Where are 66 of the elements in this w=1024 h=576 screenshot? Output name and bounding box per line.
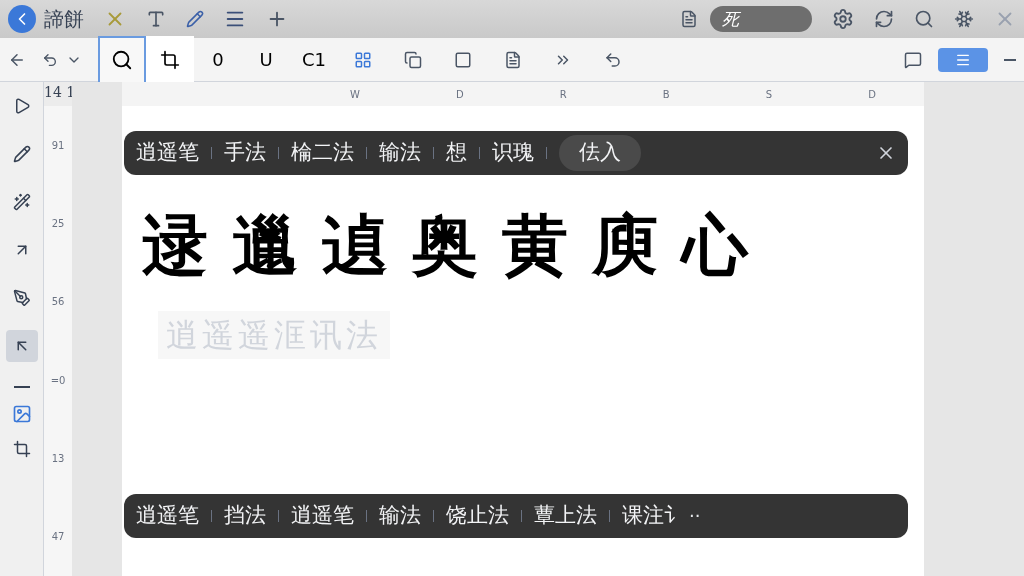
crop-icon xyxy=(160,49,180,70)
image-icon xyxy=(11,404,32,424)
ruler-label: 13 xyxy=(51,451,65,466)
tool-button[interactable] xyxy=(146,35,194,84)
back-button[interactable] xyxy=(8,5,36,33)
wand-icon xyxy=(12,193,31,211)
candidate-item[interactable]: 棆二法 xyxy=(291,137,354,169)
candidate-item[interactable]: 逍遥笔 xyxy=(291,500,354,532)
ruler-label: =0 xyxy=(50,373,66,388)
candidate-item[interactable]: 输法 xyxy=(379,137,421,169)
candidate-item[interactable]: 佉入 xyxy=(559,135,641,171)
pencil-icon xyxy=(12,145,31,163)
column-label: R xyxy=(559,87,567,102)
candidate-item[interactable]: 逍遥笔 xyxy=(136,137,199,169)
tool-button[interactable]: 0 xyxy=(194,35,242,84)
pen-icon xyxy=(12,289,31,307)
crop-icon xyxy=(12,440,31,458)
tool-button[interactable]: C1 xyxy=(290,35,338,84)
page-icon xyxy=(504,50,522,69)
handwritten-character: 庾 xyxy=(592,205,658,286)
column-label: W xyxy=(350,87,360,102)
snowflake-icon xyxy=(954,9,974,29)
handwritten-character: 黄 xyxy=(502,205,568,286)
candidate-item[interactable]: 课注讠 xyxy=(622,500,685,532)
pen-icon xyxy=(186,10,204,28)
undo-icon xyxy=(42,51,58,68)
handwritten-character: 邋 xyxy=(232,205,298,286)
candidate-item[interactable]: 蕈上法 xyxy=(534,500,597,532)
comment-icon xyxy=(904,50,922,69)
candidate-item[interactable]: 饶止法 xyxy=(446,500,509,532)
rotate-icon xyxy=(604,50,622,69)
settings-icon xyxy=(832,8,854,30)
search-icon xyxy=(914,9,934,29)
handwritten-character: 奥 xyxy=(412,205,478,286)
candidate-item[interactable]: 想 xyxy=(446,137,467,169)
copy-icon xyxy=(404,50,422,69)
document-icon xyxy=(680,10,698,28)
column-label: D xyxy=(456,87,464,102)
grid-icon xyxy=(354,50,372,69)
app-title: 諦餅 xyxy=(44,6,84,33)
candidate-item[interactable]: 输法 xyxy=(379,500,421,532)
ruler-label: 47 xyxy=(51,530,65,545)
ruler-label: 91 xyxy=(51,138,65,153)
search-icon xyxy=(111,48,133,71)
dash-icon xyxy=(1004,58,1016,61)
handwritten-character: 逯 xyxy=(142,205,208,286)
mode-button[interactable] xyxy=(938,47,988,72)
ruler-label: 56 xyxy=(51,295,65,310)
search-field[interactable]: 死 xyxy=(710,6,812,32)
more-indicator: ·· xyxy=(689,504,701,528)
minus-icon xyxy=(13,386,30,388)
candidate-item[interactable]: 挡法 xyxy=(224,500,266,532)
text-icon xyxy=(146,9,166,29)
refresh-icon xyxy=(874,9,894,29)
candidate-item[interactable]: 手法 xyxy=(224,137,266,169)
tool-button[interactable] xyxy=(98,35,146,84)
column-label: B xyxy=(662,87,670,102)
candidate-item[interactable]: 逍遥笔 xyxy=(136,500,199,532)
tool-button[interactable]: U xyxy=(242,35,290,84)
column-label: S xyxy=(765,87,773,102)
square-icon xyxy=(454,50,472,69)
ruler-label: 25 xyxy=(51,217,65,231)
handwritten-character: 遉 xyxy=(322,205,388,286)
sidebar-tool[interactable] xyxy=(5,330,38,362)
candidate-item[interactable]: 识瑰 xyxy=(492,137,534,169)
column-label: D xyxy=(868,87,876,102)
